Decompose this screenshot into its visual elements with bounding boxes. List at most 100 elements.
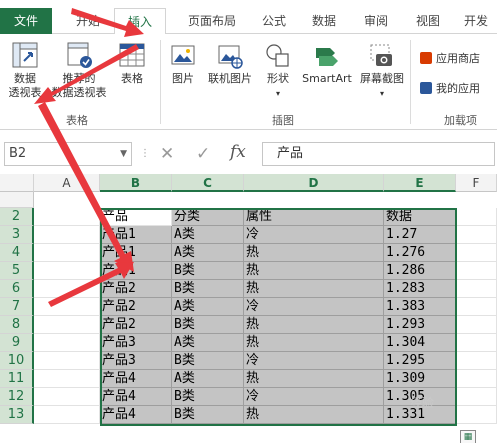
cell-product[interactable]: 产品4 (100, 388, 172, 406)
cell-value[interactable]: 1.276 (384, 244, 456, 262)
cell-attribute[interactable]: 热 (244, 262, 384, 280)
row-header[interactable]: 3 (0, 226, 34, 244)
cell-attribute[interactable]: 热 (244, 244, 384, 262)
tab-view[interactable]: 视图 (408, 8, 448, 34)
cell-empty[interactable] (456, 226, 497, 244)
confirm-icon[interactable]: ✓ (196, 144, 210, 164)
cell-product[interactable]: 产品3 (100, 352, 172, 370)
cell-empty[interactable] (34, 244, 100, 262)
cell-empty[interactable] (34, 352, 100, 370)
cell-empty[interactable] (456, 298, 497, 316)
cell-empty[interactable] (456, 316, 497, 334)
column-header-e[interactable]: E (384, 174, 456, 192)
cell-empty[interactable] (34, 280, 100, 298)
cell-empty[interactable] (34, 316, 100, 334)
smartart-button[interactable]: SmartArt (298, 42, 356, 86)
cell-attribute[interactable]: 热 (244, 406, 384, 424)
cell-category[interactable]: B类 (172, 388, 244, 406)
cell-attribute[interactable]: 冷 (244, 298, 384, 316)
tab-home[interactable]: 开始 (62, 8, 114, 34)
cell-empty[interactable] (34, 262, 100, 280)
cell-product[interactable]: 产品4 (100, 370, 172, 388)
online-pictures-button[interactable]: 联机图片 (202, 42, 258, 86)
cell-value[interactable]: 1.286 (384, 262, 456, 280)
cell-product[interactable]: 产品1 (100, 262, 172, 280)
cell-empty[interactable] (456, 244, 497, 262)
tab-review[interactable]: 审阅 (356, 8, 396, 34)
cell-empty[interactable] (34, 334, 100, 352)
formula-input[interactable]: 产品 (262, 142, 495, 166)
tab-page-layout[interactable]: 页面布局 (176, 8, 248, 34)
pivot-table-button[interactable]: 数据 透视表 (4, 40, 46, 100)
row-header[interactable]: 11 (0, 370, 34, 388)
cell-empty[interactable] (34, 370, 100, 388)
cell-value[interactable]: 1.295 (384, 352, 456, 370)
cell-empty[interactable] (34, 226, 100, 244)
row-header[interactable]: 4 (0, 244, 34, 262)
cell-attribute[interactable]: 冷 (244, 388, 384, 406)
cell-category[interactable]: A类 (172, 244, 244, 262)
row-header[interactable]: 12 (0, 388, 34, 406)
my-apps-button[interactable]: 我的应用 (420, 80, 480, 98)
cell-category[interactable]: B类 (172, 352, 244, 370)
cell-category[interactable]: A类 (172, 226, 244, 244)
cell-empty[interactable] (456, 406, 497, 424)
cell-attribute[interactable]: 热 (244, 316, 384, 334)
row-header[interactable] (0, 192, 34, 208)
tab-insert[interactable]: 插入 (114, 8, 166, 35)
insert-function-button[interactable]: fx (230, 142, 246, 162)
tab-developer[interactable]: 开发 (456, 8, 496, 34)
cell-value[interactable]: 1.283 (384, 280, 456, 298)
row-header[interactable]: 2 (0, 208, 34, 226)
cell-category[interactable]: A类 (172, 334, 244, 352)
tab-formulas[interactable]: 公式 (254, 8, 294, 34)
column-header-b[interactable]: B (100, 174, 172, 192)
cell-category[interactable]: B类 (172, 406, 244, 424)
shapes-button[interactable]: 形状 ▾ (260, 42, 296, 101)
cell-value[interactable]: 1.27 (384, 226, 456, 244)
cell-attribute[interactable]: 冷 (244, 352, 384, 370)
cell-empty[interactable] (456, 334, 497, 352)
row-header[interactable]: 9 (0, 334, 34, 352)
cell-empty[interactable] (456, 370, 497, 388)
column-header-d[interactable]: D (244, 174, 384, 192)
cell-empty[interactable] (456, 388, 497, 406)
cell-empty[interactable] (456, 352, 497, 370)
row-header[interactable]: 13 (0, 406, 34, 424)
cell-attribute[interactable]: 热 (244, 370, 384, 388)
cell-value[interactable]: 数据 (384, 208, 456, 226)
cell-empty[interactable] (456, 280, 497, 298)
cell-attribute[interactable]: 热 (244, 334, 384, 352)
cancel-icon[interactable]: ✕ (160, 144, 174, 164)
cell-value[interactable]: 1.309 (384, 370, 456, 388)
app-store-button[interactable]: 应用商店 (420, 50, 480, 68)
cell-attribute[interactable]: 冷 (244, 226, 384, 244)
row-header[interactable]: 5 (0, 262, 34, 280)
cell-empty[interactable] (456, 262, 497, 280)
cell-product[interactable]: 产品4 (100, 406, 172, 424)
recommended-pivot-button[interactable]: 推荐的 数据透视表 (46, 40, 112, 100)
cell-empty[interactable] (34, 208, 100, 226)
cell-value[interactable]: 1.383 (384, 298, 456, 316)
pictures-button[interactable]: 图片 (166, 42, 200, 86)
cell-product[interactable]: 产品2 (100, 280, 172, 298)
cell-product[interactable]: 产品2 (100, 298, 172, 316)
row-header[interactable]: 6 (0, 280, 34, 298)
cell-product[interactable]: 产品3 (100, 334, 172, 352)
select-all-corner[interactable] (0, 174, 34, 192)
row-header[interactable]: 8 (0, 316, 34, 334)
tab-file[interactable]: 文件 (0, 8, 52, 34)
cell-category[interactable]: B类 (172, 262, 244, 280)
cell-attribute[interactable]: 热 (244, 280, 384, 298)
cell-category[interactable]: A类 (172, 370, 244, 388)
column-header-a[interactable]: A (34, 174, 100, 192)
cell-empty[interactable] (34, 406, 100, 424)
row-header[interactable]: 7 (0, 298, 34, 316)
cell-product[interactable]: 产品1 (100, 244, 172, 262)
cell-category[interactable]: B类 (172, 280, 244, 298)
quick-analysis-icon[interactable]: ▦ (460, 430, 476, 443)
cell-value[interactable]: 1.304 (384, 334, 456, 352)
cell-empty[interactable] (456, 208, 497, 226)
cell-attribute[interactable]: 属性 (244, 208, 384, 226)
table-button[interactable]: 表格 (112, 40, 152, 86)
